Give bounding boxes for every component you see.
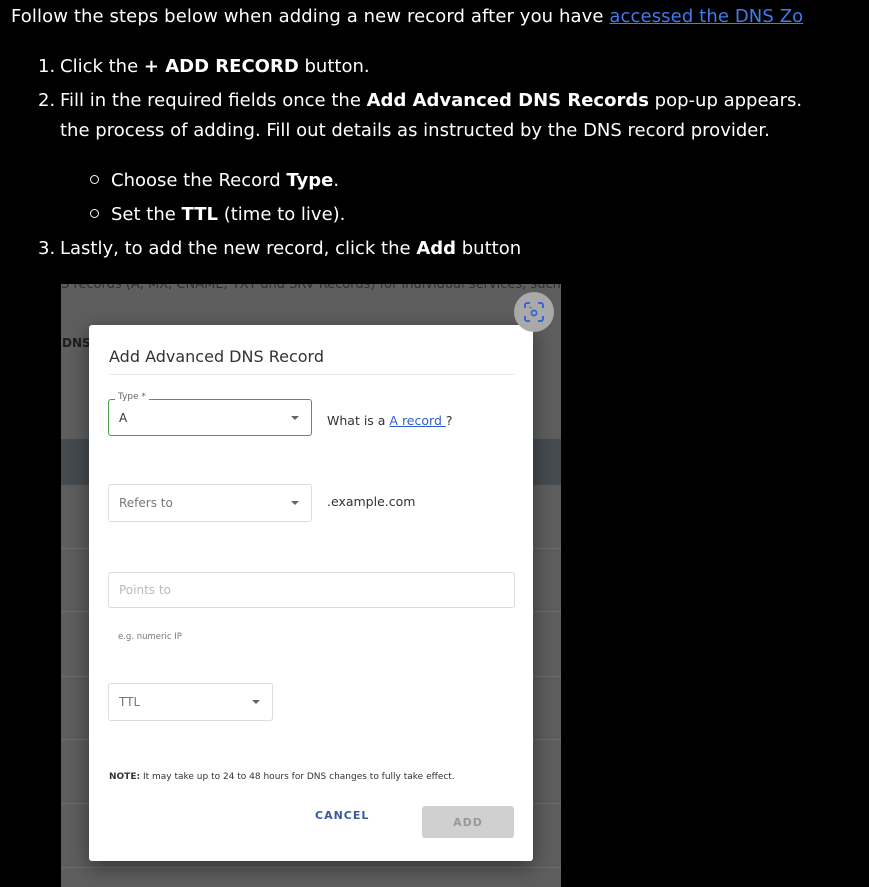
points-to-hint: e.g. numeric IP bbox=[118, 632, 182, 642]
step-number: 1. bbox=[38, 56, 56, 77]
a-record-link[interactable]: A record bbox=[389, 413, 445, 428]
step-1: 1. Click the + ADD RECORD button. bbox=[38, 56, 370, 77]
substep-bold: Type bbox=[286, 170, 334, 191]
step-text: pop-up appears. bbox=[648, 90, 803, 111]
step-bold: Add bbox=[416, 238, 457, 259]
step-number: 3. bbox=[38, 238, 56, 259]
dialog-title: Add Advanced DNS Record bbox=[109, 347, 324, 366]
substep-bold: TTL bbox=[181, 204, 218, 225]
bullet-icon bbox=[90, 208, 99, 218]
step-3: 3. Lastly, to add the new record, click t… bbox=[38, 238, 521, 259]
step-text: button bbox=[456, 238, 522, 259]
substep-text: Choose the Record bbox=[111, 170, 287, 191]
step-number: 2. bbox=[38, 90, 56, 111]
type-value: A bbox=[119, 410, 128, 425]
screenshot-side-label: DNS bbox=[62, 336, 91, 350]
step-bold: + ADD RECORD bbox=[143, 56, 299, 77]
row-divider bbox=[61, 867, 561, 868]
domain-suffix: .example.com bbox=[327, 494, 416, 509]
type-help: What is a A record ? bbox=[327, 413, 453, 428]
step-text: Lastly, to add the new record, click the bbox=[60, 238, 417, 259]
substep-text: Set the bbox=[111, 204, 182, 225]
refers-to-select[interactable]: Refers to bbox=[108, 484, 312, 522]
substep-text: (time to live). bbox=[218, 204, 346, 225]
ttl-placeholder: TTL bbox=[119, 695, 141, 709]
note-text: It may take up to 24 to 48 hours for DNS… bbox=[140, 772, 455, 782]
chevron-down-icon bbox=[291, 501, 299, 505]
step-text: Fill in the required fields once the bbox=[60, 90, 367, 111]
bullet-icon bbox=[90, 174, 99, 184]
step-text: Click the bbox=[60, 56, 144, 77]
chevron-down-icon bbox=[291, 415, 299, 420]
substep-ttl: Set the TTL (time to live). bbox=[90, 204, 345, 225]
step-bold: Add Advanced DNS Records bbox=[366, 90, 649, 111]
note-label: NOTE: bbox=[109, 772, 141, 782]
dns-note: NOTE: It may take up to 24 to 48 hours f… bbox=[109, 772, 455, 782]
substep-text: . bbox=[333, 170, 340, 191]
step-2-continuation: the process of adding. Fill out details … bbox=[60, 120, 770, 141]
intro-text: Follow the steps below when adding a new… bbox=[11, 6, 610, 27]
scan-icon bbox=[524, 302, 544, 322]
type-help-text: ? bbox=[445, 413, 453, 428]
type-help-text: What is a bbox=[327, 413, 390, 428]
add-dns-record-dialog: Add Advanced DNS Record Type * A What is… bbox=[89, 325, 533, 861]
points-to-placeholder: Points to bbox=[119, 583, 171, 597]
step-text: button. bbox=[298, 56, 370, 77]
embedded-screenshot: S records (A, MX, CNAME, TXT and SRV Rec… bbox=[61, 284, 561, 887]
intro-paragraph: Follow the steps below when adding a new… bbox=[11, 6, 803, 27]
title-divider bbox=[109, 374, 515, 375]
type-select[interactable]: Type * A bbox=[108, 392, 312, 436]
chevron-down-icon bbox=[252, 700, 260, 704]
ttl-select[interactable]: TTL bbox=[108, 683, 273, 721]
refers-to-placeholder: Refers to bbox=[119, 496, 173, 510]
type-label: Type * bbox=[115, 392, 150, 402]
step-2: 2. Fill in the required fields once the A… bbox=[38, 90, 802, 111]
screenshot-top-text: S records (A, MX, CNAME, TXT and SRV Rec… bbox=[61, 284, 561, 292]
add-button[interactable]: ADD bbox=[422, 806, 514, 838]
substep-type: Choose the Record Type. bbox=[90, 170, 339, 191]
scan-button[interactable] bbox=[514, 292, 554, 332]
points-to-input[interactable]: Points to bbox=[108, 572, 515, 608]
dns-zone-link[interactable]: accessed the DNS Zo bbox=[609, 6, 803, 27]
cancel-button[interactable]: CANCEL bbox=[315, 809, 369, 822]
